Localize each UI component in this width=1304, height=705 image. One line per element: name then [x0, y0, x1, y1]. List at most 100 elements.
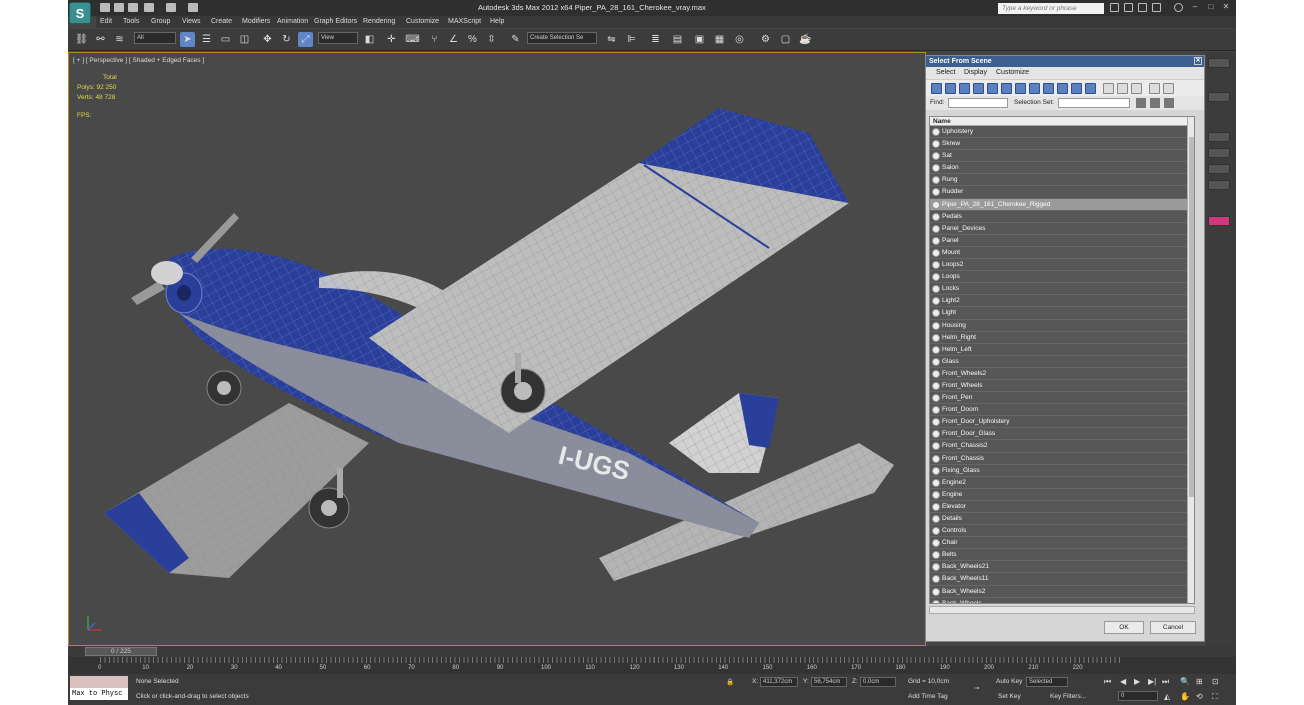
search-input[interactable]: Type a keyword or phrase — [998, 3, 1104, 14]
curve-editor-icon[interactable]: ▣ — [692, 32, 707, 47]
dialog-menu-display[interactable]: Display — [964, 69, 987, 76]
display-frozen-icon[interactable] — [1071, 83, 1082, 94]
zoom-icon[interactable]: 🔍 — [1180, 677, 1190, 686]
menu-create[interactable]: Create — [211, 18, 232, 25]
scene-object-list[interactable]: Name Upholstery Skrew Sat Salon Rung Rudder Pi… — [929, 116, 1195, 604]
object-list-row[interactable]: Upholstery — [930, 126, 1194, 139]
time-slider[interactable]: 0 / 225 — [85, 647, 157, 656]
command-panel-button[interactable] — [1208, 164, 1230, 174]
command-panel-button[interactable] — [1208, 92, 1230, 102]
set-key-button[interactable]: Set Key — [998, 692, 1021, 702]
mirror-icon[interactable]: ⇋ — [604, 32, 619, 47]
object-list-row[interactable]: Back_Wheels2 — [930, 585, 1194, 598]
display-containers-icon[interactable] — [1057, 83, 1068, 94]
display-all-icon[interactable] — [1103, 83, 1114, 94]
object-list-row[interactable]: Loops2 — [930, 259, 1194, 272]
field-of-view-icon[interactable]: ◭ — [1164, 692, 1170, 701]
rendered-frame-window-icon[interactable]: ▢ — [778, 32, 793, 47]
menu-maxscript[interactable]: MAXScript — [448, 18, 481, 25]
object-list-row[interactable]: Pedals — [930, 210, 1194, 223]
menu-edit[interactable]: Edit — [100, 18, 112, 25]
menu-graph-editors[interactable]: Graph Editors — [314, 18, 357, 25]
object-list-row[interactable]: Rung — [930, 174, 1194, 187]
maximize-viewport-icon[interactable]: ⛶ — [1212, 692, 1218, 702]
snaps-toggle-icon[interactable]: ⑂ — [427, 32, 442, 47]
maxscript-listener-mini[interactable] — [70, 676, 128, 688]
search-icon[interactable] — [1110, 3, 1119, 12]
display-lights-icon[interactable] — [959, 83, 970, 94]
command-panel-button[interactable] — [1208, 148, 1230, 158]
object-list-row[interactable]: Fixing_Glass — [930, 464, 1194, 477]
display-hidden-icon[interactable] — [1085, 83, 1096, 94]
render-setup-icon[interactable]: ⚙ — [758, 32, 773, 47]
object-list-row[interactable]: Back_Wheels11 — [930, 573, 1194, 586]
remove-selection-set-icon[interactable] — [1150, 98, 1160, 108]
object-list-row[interactable]: Back_Wheels — [930, 597, 1194, 603]
object-list-row[interactable]: Mount — [930, 246, 1194, 260]
object-color-swatch[interactable] — [1208, 216, 1230, 226]
display-groups-icon[interactable] — [1015, 83, 1026, 94]
object-list-row[interactable]: Back_Wheels21 — [930, 561, 1194, 574]
zoom-extents-icon[interactable]: ⊡ — [1212, 677, 1219, 686]
display-helpers-icon[interactable] — [987, 83, 998, 94]
maximize-icon[interactable]: □ — [1206, 2, 1216, 12]
close-icon[interactable]: ✕ — [1221, 2, 1231, 12]
z-coordinate-field[interactable]: 0,0cm — [860, 677, 896, 687]
spinner-snap-icon[interactable]: ⇳ — [484, 32, 499, 47]
percent-snap-icon[interactable]: % — [465, 32, 480, 47]
filter-icon[interactable] — [1149, 83, 1160, 94]
column-header-name[interactable]: Name — [930, 117, 1194, 126]
pan-view-icon[interactable]: ✋ — [1180, 692, 1190, 701]
filter-options-icon[interactable] — [1163, 83, 1174, 94]
menu-modifiers[interactable]: Modifiers — [242, 18, 270, 25]
undo-icon[interactable] — [144, 3, 154, 12]
object-list-row[interactable]: Engine2 — [930, 476, 1194, 489]
display-none-icon[interactable] — [1117, 83, 1128, 94]
minimize-icon[interactable]: – — [1190, 2, 1200, 12]
object-list-row[interactable]: Locks — [930, 283, 1194, 296]
new-file-icon[interactable] — [100, 3, 110, 12]
object-list-row[interactable]: Chair — [930, 537, 1194, 550]
edit-named-selection-icon[interactable]: ✎ — [508, 32, 523, 47]
bind-space-warp-icon[interactable]: ≋ — [112, 32, 127, 47]
select-by-name-icon[interactable]: ☰ — [199, 32, 214, 47]
scrollbar-thumb[interactable] — [1189, 137, 1194, 497]
ok-button[interactable]: OK — [1104, 621, 1144, 634]
menu-animation[interactable]: Animation — [277, 18, 308, 25]
create-selection-set-icon[interactable] — [1136, 98, 1146, 108]
auto-key-button[interactable]: Auto Key — [996, 677, 1022, 687]
object-list-row[interactable]: Glass — [930, 355, 1194, 368]
previous-frame-icon[interactable]: ◀ — [1120, 677, 1126, 686]
selection-set-dropdown[interactable] — [1058, 98, 1130, 108]
object-list-row[interactable]: Front_Door_Upholstery — [930, 416, 1194, 429]
unlink-icon[interactable]: ⚯ — [93, 32, 108, 47]
angle-snap-icon[interactable]: ∠ — [446, 32, 461, 47]
display-geometry-icon[interactable] — [931, 83, 942, 94]
perspective-viewport[interactable]: [ + ] [ Perspective ] [ Shaded + Edged F… — [68, 52, 926, 646]
object-list-row[interactable]: Skrew — [930, 138, 1194, 151]
object-list-row[interactable]: Rudder — [930, 186, 1194, 199]
favorites-star-icon[interactable] — [1152, 3, 1161, 12]
cancel-button[interactable]: Cancel — [1150, 621, 1196, 634]
pivot-center-icon[interactable]: ◧ — [362, 32, 377, 47]
project-folder-icon[interactable] — [188, 3, 198, 12]
rectangular-selection-icon[interactable]: ▭ — [218, 32, 233, 47]
command-panel-button[interactable] — [1208, 180, 1230, 190]
select-and-move-icon[interactable]: ✥ — [260, 32, 275, 47]
key-mode-icon[interactable]: ⊸ — [974, 684, 979, 692]
object-list-row[interactable]: Front_Doorn — [930, 404, 1194, 417]
display-xrefs-icon[interactable] — [1029, 83, 1040, 94]
menu-group[interactable]: Group — [151, 18, 170, 25]
help-icon[interactable] — [1174, 3, 1183, 12]
menu-tools[interactable]: Tools — [123, 18, 139, 25]
next-frame-icon[interactable]: ▶| — [1148, 677, 1156, 686]
select-and-link-icon[interactable]: ⛓ — [74, 32, 89, 47]
graphite-ribbon-icon[interactable]: ▤ — [670, 32, 685, 47]
object-list-row[interactable]: Details — [930, 513, 1194, 526]
layer-manager-icon[interactable]: ≣ — [648, 32, 663, 47]
object-list-row[interactable]: Panel_Devices — [930, 222, 1194, 235]
dialog-menu-select[interactable]: Select — [936, 69, 955, 76]
display-shapes-icon[interactable] — [945, 83, 956, 94]
play-icon[interactable]: ▶ — [1134, 677, 1140, 686]
display-spacewarps-icon[interactable] — [1001, 83, 1012, 94]
